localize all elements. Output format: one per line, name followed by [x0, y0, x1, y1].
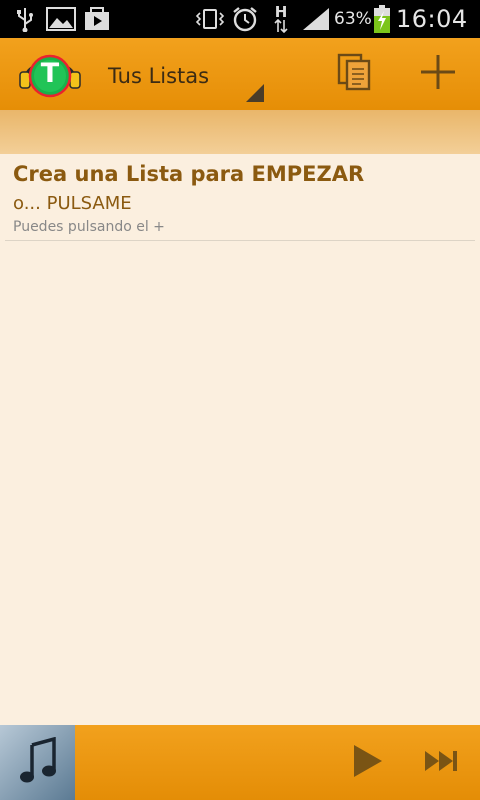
add-icon [419, 53, 457, 95]
header-strip [0, 110, 480, 154]
app-logo-letter: T [40, 58, 60, 89]
music-note-icon [18, 736, 58, 789]
signal-icon [300, 0, 332, 38]
list-item[interactable]: Crea una Lista para EMPEZAR o... PULSAME… [5, 154, 475, 241]
list-item-subtitle: o... PULSAME [13, 193, 132, 214]
usb-icon [10, 0, 40, 38]
battery-percent: 63% [334, 9, 372, 29]
network-type-label: H [274, 3, 288, 21]
play-store-icon [82, 0, 112, 38]
album-thumbnail[interactable] [0, 725, 75, 800]
data-arrows-icon: H [266, 0, 296, 38]
vibrate-icon [194, 0, 226, 38]
list-item-title: Crea una Lista para EMPEZAR [13, 162, 365, 186]
play-button[interactable] [342, 737, 394, 789]
list-item-hint: Puedes pulsando el + [13, 219, 165, 235]
action-bar: T Tus Listas [0, 38, 480, 110]
play-icon [352, 744, 384, 782]
app-logo-icon[interactable]: T [18, 50, 82, 98]
next-button[interactable] [416, 737, 468, 789]
copy-button[interactable] [326, 46, 382, 102]
copy-icon [337, 53, 371, 95]
clock: 16:04 [396, 5, 468, 33]
status-bar: H 63% 16:04 [0, 0, 480, 38]
player-bar [0, 725, 480, 800]
add-button[interactable] [410, 46, 466, 102]
battery-charging-icon [372, 0, 392, 38]
dropdown-indicator-icon[interactable] [246, 84, 264, 102]
next-icon [424, 749, 460, 777]
alarm-icon [230, 0, 260, 38]
image-icon [44, 0, 78, 38]
page-title[interactable]: Tus Listas [108, 38, 209, 110]
